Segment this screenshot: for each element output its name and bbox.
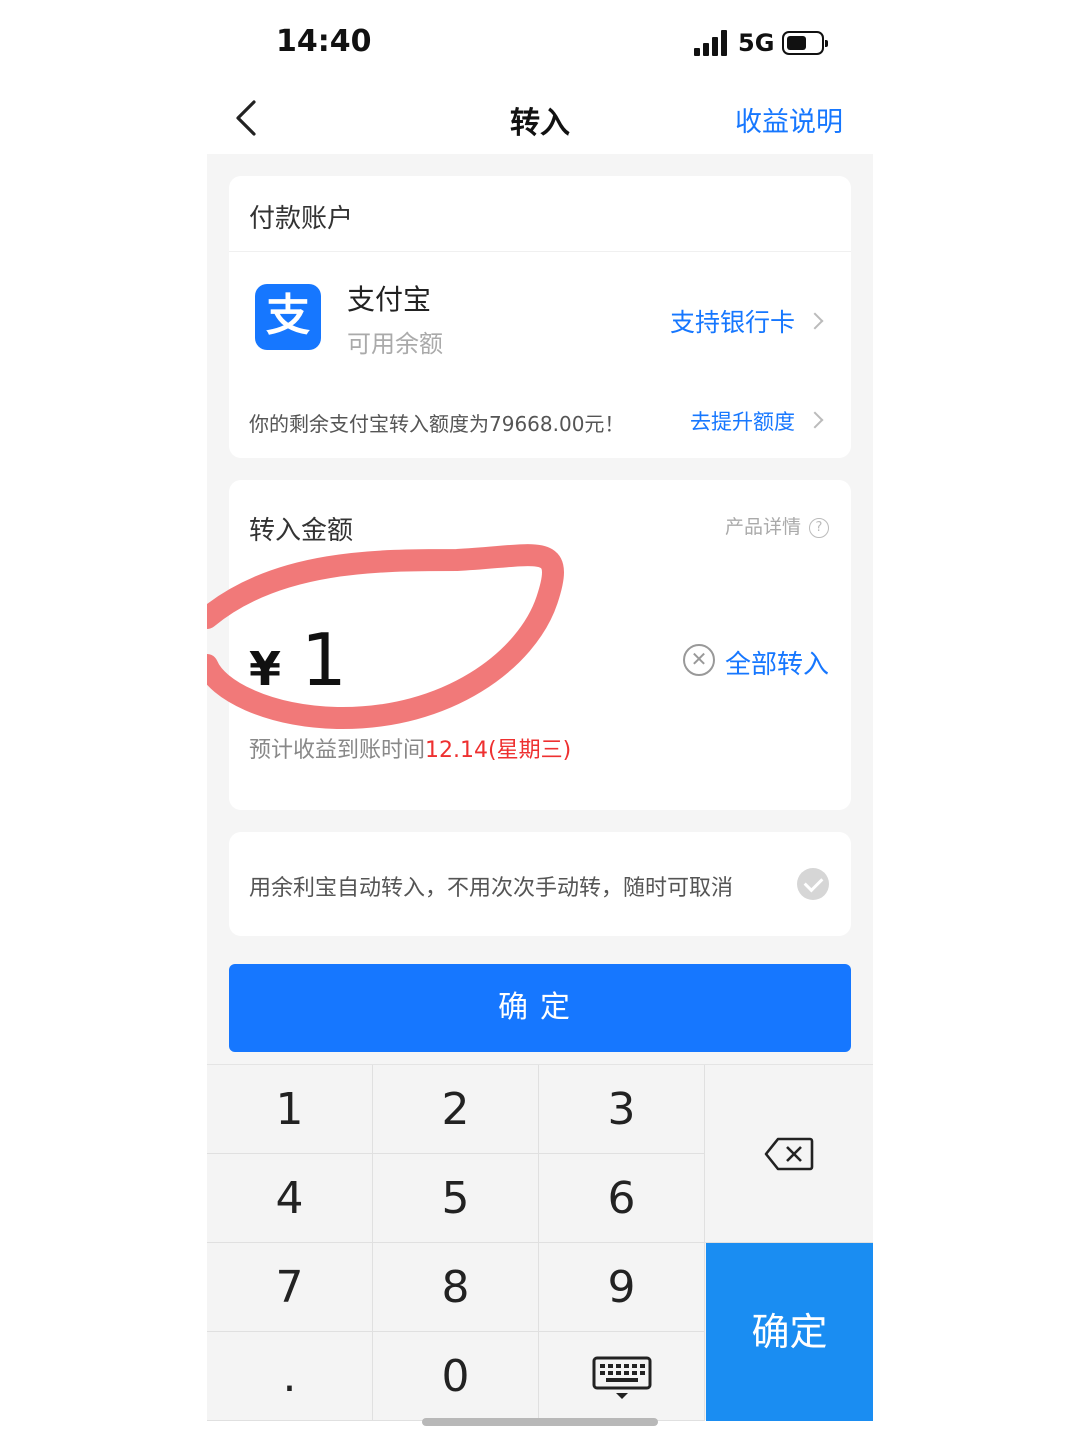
keypad-confirm-key[interactable]: 确定 — [706, 1243, 873, 1421]
nav-bar: 转入 收益说明 — [207, 88, 873, 154]
battery-icon — [782, 31, 828, 55]
home-indicator — [422, 1418, 658, 1426]
product-detail-label: 产品详情 — [724, 516, 801, 538]
amount-input[interactable]: 1 — [301, 618, 347, 702]
backspace-icon — [764, 1137, 814, 1171]
key-3[interactable]: 3 — [539, 1065, 705, 1154]
currency-symbol: ¥ — [249, 642, 282, 696]
eta-label: 预计收益到账时间 — [249, 738, 426, 763]
transfer-amount-card: 转入金额 产品详情? ¥ 1 ✕ 全部转入 预计收益到账时间12.14(星期三) — [229, 480, 851, 810]
help-icon: ? — [809, 517, 829, 538]
key-1[interactable]: 1 — [207, 1065, 373, 1154]
raise-quota-link[interactable]: 去提升额度 — [690, 406, 824, 436]
chevron-right-icon — [806, 411, 824, 429]
support-bank-card-label: 支持银行卡 — [669, 308, 795, 337]
divider — [229, 251, 851, 252]
key-7[interactable]: 7 — [207, 1243, 373, 1332]
account-name: 支付宝 — [347, 283, 432, 316]
hide-keyboard-key[interactable] — [539, 1332, 705, 1421]
remaining-quota-text: 你的剩余支付宝转入额度为79668.00元！ — [249, 412, 625, 436]
key-4[interactable]: 4 — [207, 1154, 373, 1243]
status-time: 14:40 — [276, 24, 372, 59]
key-dot[interactable]: . — [207, 1332, 373, 1421]
auto-transfer-checkbox[interactable] — [797, 868, 829, 900]
key-0[interactable]: 0 — [373, 1332, 539, 1421]
numeric-keypad: 1 2 3 4 5 6 7 8 9 . 0 确定 — [207, 1064, 873, 1421]
status-bar: 14:40 5G — [207, 0, 873, 88]
payment-account-card: 付款账户 支 支付宝 可用余额 支持银行卡 你的剩余支付宝转入额度为79668.… — [229, 176, 851, 458]
network-type: 5G — [738, 29, 775, 57]
key-5[interactable]: 5 — [373, 1154, 539, 1243]
alipay-logo-icon: 支 — [255, 284, 321, 350]
eta-date: 12.14(星期三) — [425, 738, 572, 763]
key-9[interactable]: 9 — [539, 1243, 705, 1332]
payment-account-header: 付款账户 — [249, 204, 354, 234]
transfer-all-button[interactable]: 全部转入 — [725, 644, 829, 681]
available-balance-label: 可用余额 — [347, 330, 443, 358]
key-2[interactable]: 2 — [373, 1065, 539, 1154]
phone-screen: 14:40 5G 转入 收益说明 付款账户 支 支付宝 可用余额 支持银行卡 你… — [207, 0, 873, 1440]
backspace-key[interactable] — [705, 1065, 873, 1243]
raise-quota-label: 去提升额度 — [690, 410, 795, 434]
auto-transfer-text: 用余利宝自动转入，不用次次手动转，随时可取消 — [249, 876, 734, 901]
earnings-eta: 预计收益到账时间12.14(星期三) — [249, 732, 571, 764]
signal-icon — [694, 30, 730, 56]
key-6[interactable]: 6 — [539, 1154, 705, 1243]
auto-transfer-card[interactable]: 用余利宝自动转入，不用次次手动转，随时可取消 — [229, 832, 851, 936]
support-bank-card-link[interactable]: 支持银行卡 — [669, 303, 824, 339]
earnings-info-link[interactable]: 收益说明 — [735, 100, 843, 139]
keyboard-icon — [592, 1356, 651, 1399]
transfer-amount-header: 转入金额 — [249, 516, 354, 546]
chevron-right-icon — [806, 312, 824, 330]
product-detail-link[interactable]: 产品详情? — [725, 512, 829, 539]
key-8[interactable]: 8 — [373, 1243, 539, 1332]
confirm-button[interactable]: 确定 — [229, 964, 851, 1052]
clear-icon[interactable]: ✕ — [683, 644, 715, 676]
content-area: 付款账户 支 支付宝 可用余额 支持银行卡 你的剩余支付宝转入额度为79668.… — [207, 154, 873, 1064]
